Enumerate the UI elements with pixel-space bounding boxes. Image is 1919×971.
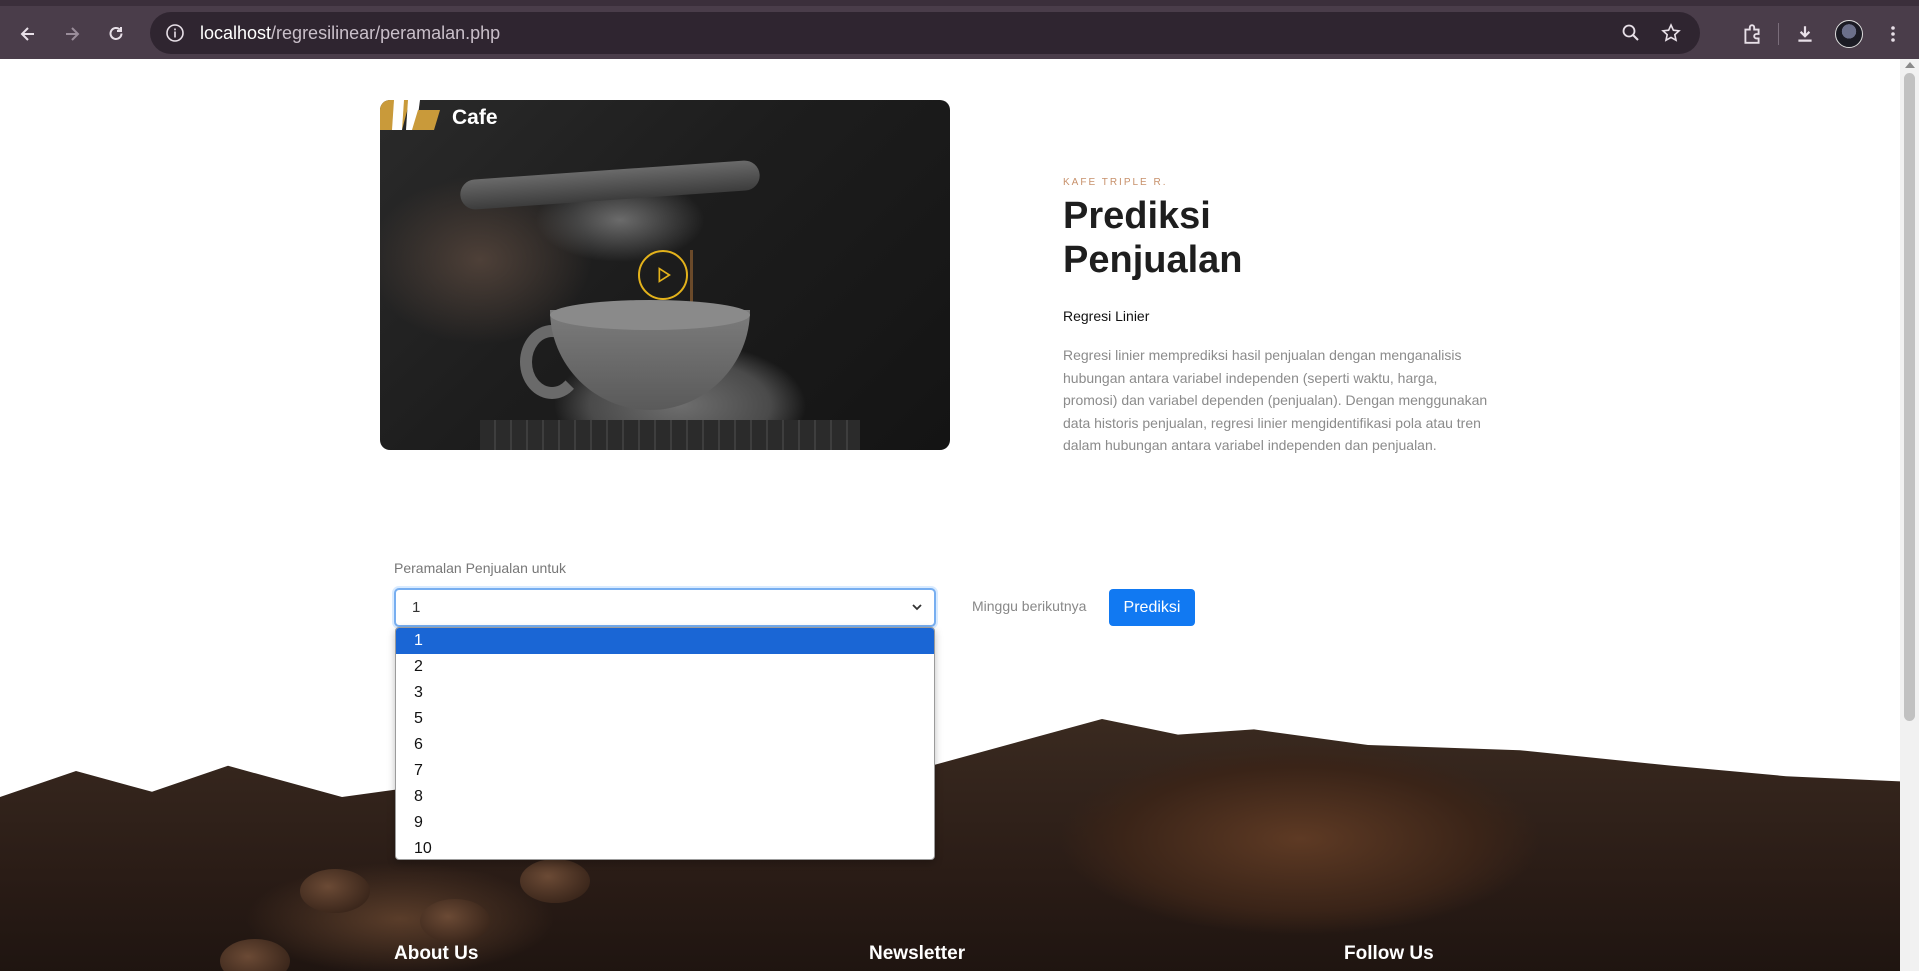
back-button[interactable] <box>12 18 44 50</box>
title-line-1: Prediksi <box>1063 195 1211 237</box>
section-description: Regresi linier memprediksi hasil penjual… <box>1063 347 1488 453</box>
brand-logo[interactable]: Cafe <box>380 100 498 130</box>
chevron-down-icon <box>912 604 922 611</box>
coffee-bean-image <box>420 899 490 943</box>
dropdown-option[interactable]: 9 <box>396 810 934 836</box>
site-info-icon[interactable] <box>160 18 190 48</box>
dropdown-option[interactable]: 10 <box>396 836 934 859</box>
coffee-bean-image <box>520 859 590 903</box>
logo-mark-icon <box>380 100 440 130</box>
arrow-right-icon <box>66 27 80 41</box>
page-scrollbar[interactable] <box>1900 59 1919 971</box>
footer-newsletter-heading: Newsletter <box>869 943 966 964</box>
extensions-icon[interactable] <box>1734 18 1770 50</box>
about-section: KAFE TRIPLE R. Prediksi Penjualan Regresi… <box>1063 177 1493 457</box>
profile-avatar[interactable] <box>1831 18 1867 50</box>
bookmark-star-icon[interactable] <box>1656 18 1686 48</box>
arrow-left-icon <box>20 27 34 41</box>
dropdown-option[interactable]: 5 <box>396 706 934 732</box>
dropdown-option[interactable]: 3 <box>396 680 934 706</box>
weeks-suffix-label: Minggu berikutnya <box>972 598 1087 614</box>
footer-follow-heading: Follow Us <box>1344 943 1434 964</box>
dropdown-option[interactable]: 7 <box>396 758 934 784</box>
address-bar[interactable]: localhost/regresilinear/peramalan.php <box>150 12 1700 54</box>
toolbar-separator <box>1778 23 1779 45</box>
menu-kebab-icon[interactable] <box>1875 18 1911 50</box>
browser-toolbar: localhost/regresilinear/peramalan.php <box>0 0 1919 59</box>
predict-button[interactable]: Prediksi <box>1109 589 1195 626</box>
reload-icon <box>109 27 123 40</box>
drip-tray-image <box>480 420 860 450</box>
reload-button[interactable] <box>100 18 132 50</box>
portafilter-image <box>459 159 761 211</box>
scrollbar-thumb[interactable] <box>1904 73 1915 721</box>
coffee-bean-image <box>300 869 370 913</box>
page-content: Cafe KAFE TRIPLE R. Prediksi Penjualan Re… <box>0 59 1900 971</box>
scroll-up-icon[interactable] <box>1905 62 1915 68</box>
play-button[interactable] <box>638 250 688 300</box>
weeks-select[interactable]: 1 <box>394 588 936 627</box>
weeks-dropdown-list[interactable]: 1 2 3 5 6 7 8 9 10 <box>395 627 935 860</box>
url-path: /regresilinear/peramalan.php <box>271 22 501 43</box>
dropdown-option[interactable]: 8 <box>396 784 934 810</box>
coffee-bean-image <box>220 939 290 971</box>
cup-rim-image <box>550 300 750 330</box>
download-icon[interactable] <box>1787 18 1823 50</box>
url-host: localhost <box>200 22 272 43</box>
section-subtitle: Regresi Linier <box>1063 308 1150 324</box>
play-icon <box>658 267 671 283</box>
zoom-icon[interactable] <box>1616 18 1646 48</box>
section-kicker: KAFE TRIPLE R. <box>1063 177 1168 188</box>
footer-about-heading: About Us <box>394 943 479 964</box>
forward-button[interactable] <box>56 18 88 50</box>
dropdown-option[interactable]: 2 <box>396 654 934 680</box>
forecast-label: Peramalan Penjualan untuk <box>394 560 567 576</box>
footer-background <box>0 719 1900 971</box>
dropdown-option[interactable]: 6 <box>396 732 934 758</box>
title-line-2: Penjualan <box>1063 239 1243 281</box>
video-thumbnail[interactable]: Cafe <box>380 100 950 450</box>
brand-name: Cafe <box>452 106 498 129</box>
url-text[interactable]: localhost/regresilinear/peramalan.php <box>200 23 500 44</box>
page-title: Prediksi Penjualan <box>1063 194 1493 282</box>
dropdown-option[interactable]: 1 <box>396 628 934 654</box>
weeks-select-value: 1 <box>412 599 421 616</box>
